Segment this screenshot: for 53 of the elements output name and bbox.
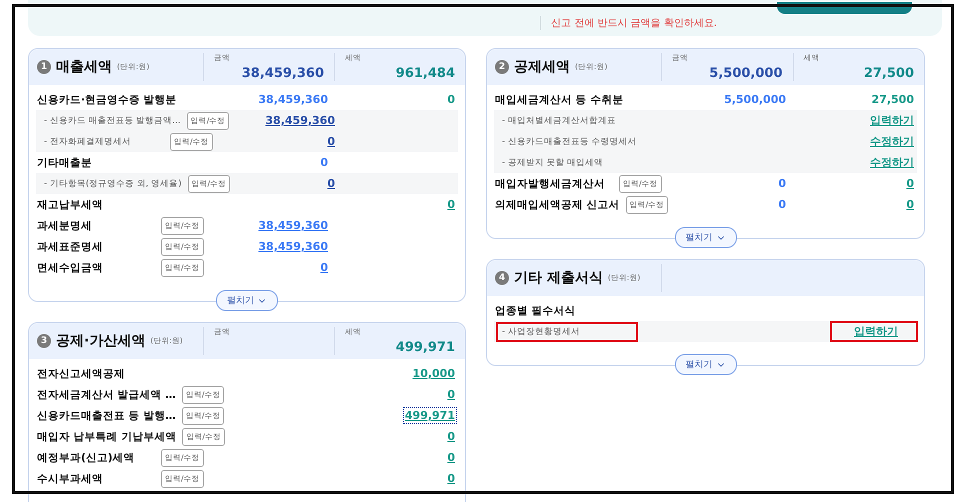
total-tax: 499,971 <box>396 340 455 355</box>
panel-title: 기타 제출서식 <box>514 269 603 287</box>
amount-link[interactable]: 38,459,360 <box>258 240 328 253</box>
amount-link[interactable]: 38,459,360 <box>265 114 335 127</box>
row-label: 신용카드·현금영수증 발행분 <box>37 92 177 106</box>
tax-value: 0 <box>447 93 455 106</box>
amount-value: 38,459,360 <box>258 93 328 106</box>
panel-title: 매출세액 <box>56 58 112 76</box>
row-label: 신용카드매출전표 등 발행… <box>37 408 176 422</box>
amount-link[interactable]: 38,459,360 <box>258 219 328 232</box>
row-label: 과세표준명세 <box>37 240 104 254</box>
row-label: 기타매출분 <box>37 156 93 170</box>
amount-link[interactable]: 0 <box>327 177 335 190</box>
amount-link[interactable]: 0 <box>327 135 335 148</box>
row-label: 의제매입세액공제 신고서 <box>495 198 620 212</box>
amount-link[interactable]: 0 <box>320 261 328 274</box>
total-amount: 38,459,360 <box>242 66 324 81</box>
tax-value: 27,500 <box>872 93 914 106</box>
row-label: 매입자 납부특례 기납부세액 <box>37 430 176 444</box>
amount-value: 0 <box>778 177 786 190</box>
total-tax: 27,500 <box>864 66 914 81</box>
expand-button[interactable]: 펼치기 <box>674 354 736 375</box>
amount-value: 0 <box>778 198 786 211</box>
row-label: 매입세금계산서 등 수취분 <box>495 92 624 106</box>
row-label: 면세수입금액 <box>37 260 104 274</box>
panel-title: 공제세액 <box>514 58 570 76</box>
row-label: 예정부과(신고)세액 <box>37 450 136 464</box>
row-label: - 신용카드매출전표등 수령명세서 <box>502 136 636 148</box>
row-label: 재고납부세액 <box>37 198 104 212</box>
panel-title: 공제·가산세액 <box>56 332 146 350</box>
step-number: 4 <box>495 271 509 285</box>
notice-text: 신고 전에 반드시 금액을 확인하세요. <box>540 16 717 30</box>
row-label: 수시부과세액 <box>37 472 104 486</box>
step-number: 1 <box>37 60 51 74</box>
row-label: 과세분명세 <box>37 218 93 232</box>
total-amount: 5,500,000 <box>709 66 782 81</box>
amount-value: 0 <box>320 156 328 169</box>
row-label: - 신용카드 매출전표등 발행금액… <box>44 114 181 126</box>
row-label: - 전자화폐결제명세서 <box>44 136 132 148</box>
row-label: 업종별 필수서식 <box>495 304 577 318</box>
row-label: - 매입처별세금계산서합계표 <box>502 114 617 126</box>
total-tax: 961,484 <box>396 66 455 81</box>
amount-value: 5,500,000 <box>724 93 786 106</box>
row-label: - 기타항목(정규영수증 외, 영세율) <box>44 178 182 190</box>
row-label: 전자세금계산서 발급세액 … <box>37 388 176 402</box>
step-number: 2 <box>495 60 509 74</box>
row-label: - 공제받지 못할 매입세액 <box>502 156 604 168</box>
row-label: 매입자발행세금계산서 <box>495 176 606 190</box>
step-number: 3 <box>37 334 51 348</box>
row-label: - 사업장현황명세서 <box>502 326 581 338</box>
expand-button[interactable]: 펼치기 <box>674 227 736 248</box>
row-label: 전자신고세액공제 <box>37 366 126 380</box>
expand-button[interactable]: 펼치기 <box>216 290 278 311</box>
